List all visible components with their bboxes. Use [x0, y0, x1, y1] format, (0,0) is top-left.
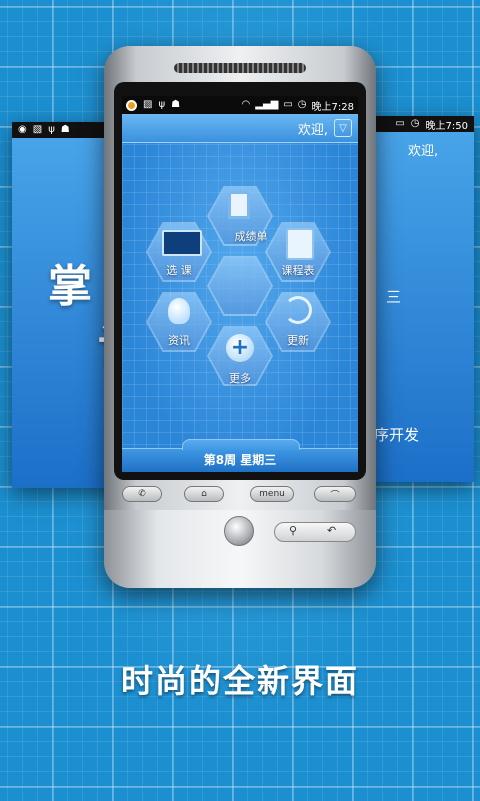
speaker-grille [174, 63, 306, 73]
end-call-icon: ⌒ [330, 490, 340, 501]
tagline: 时尚的全新界面 [120, 662, 359, 700]
home-button[interactable]: ⌂ [184, 486, 224, 502]
plus-icon: + [226, 334, 254, 362]
right-preview-screen: ▭ ◷ 晚上7:50 欢迎, 三 序开发 [362, 116, 474, 482]
right-partial-text-1: 三 [386, 288, 402, 306]
app-icon: ◉ [18, 124, 27, 135]
end-call-button[interactable]: ⌒ [314, 486, 356, 502]
menu-button[interactable]: menu [250, 486, 294, 502]
hex-schedule-label: 课程表 [281, 264, 315, 277]
image-icon: ▧ [32, 124, 43, 135]
usb-icon: ψ [48, 124, 55, 135]
right-status-bar: ▭ ◷ 晚上7:50 [362, 116, 474, 132]
right-status-time: 晚上7:50 [425, 120, 468, 132]
phone-device: ▧ ψ ☗ ◠ ▂▄▆ ▭ ◷ 晚上7:28 欢迎, ▽ 成绩单 选 课 课程表… [104, 46, 376, 588]
android-icon: ☗ [60, 124, 70, 135]
header-bar: 欢迎, ▽ [122, 114, 358, 143]
welcome-text: 欢迎, [297, 123, 328, 138]
left-screen-char-1: 掌 [48, 261, 92, 312]
menu-button-label: menu [259, 489, 285, 499]
phone-screen: ▧ ψ ☗ ◠ ▂▄▆ ▭ ◷ 晚上7:28 欢迎, ▽ 成绩单 选 课 课程表… [122, 96, 358, 472]
battery-icon: ▭ [283, 99, 293, 110]
alarm-icon: ◷ [410, 118, 420, 129]
hex-news-label: 资讯 [168, 334, 190, 347]
week-info: 第8周 星期三 [203, 453, 277, 467]
monitor-icon [162, 230, 202, 256]
image-icon: ▧ [143, 99, 153, 110]
battery-icon: ▭ [395, 118, 405, 129]
right-partial-text-2: 序开发 [374, 426, 420, 444]
bottom-bar: 第8周 星期三 [122, 439, 358, 472]
app-notification-icon [126, 99, 137, 111]
phone-icon: ✆ [138, 489, 146, 499]
search-back-rocker[interactable]: ⚲ ↶ [274, 522, 356, 542]
home-icon: ⌂ [201, 489, 207, 499]
calendar-icon [286, 228, 314, 260]
signal-icon: ▂▄▆ [255, 99, 279, 110]
dropdown-button[interactable]: ▽ [334, 119, 352, 137]
status-time: 晚上7:28 [311, 101, 354, 113]
right-welcome: 欢迎, [408, 144, 439, 159]
hex-more-label: 更多 [229, 372, 251, 385]
hex-course-select-label: 选 课 [166, 264, 192, 277]
call-button[interactable]: ✆ [122, 486, 162, 502]
lightbulb-icon [168, 298, 190, 324]
grades-icon [228, 191, 250, 219]
hex-update-label: 更新 [287, 334, 309, 347]
promo-stage: ◉ ▧ ψ ☗ 掌 记 ▭ ◷ 晚上7:50 欢迎, 三 序开发 ▧ ψ [0, 0, 480, 801]
wifi-icon: ◠ [241, 99, 251, 110]
search-icon[interactable]: ⚲ [289, 524, 297, 537]
status-bar: ▧ ψ ☗ ◠ ▂▄▆ ▭ ◷ 晚上7:28 [122, 96, 358, 114]
android-icon: ☗ [171, 99, 181, 110]
trackball[interactable] [224, 516, 254, 546]
refresh-icon [284, 296, 312, 324]
usb-icon: ψ [158, 99, 166, 110]
back-icon[interactable]: ↶ [327, 524, 336, 537]
alarm-icon: ◷ [297, 99, 307, 110]
hex-center [207, 256, 273, 316]
bottom-bar-tab [182, 439, 300, 450]
